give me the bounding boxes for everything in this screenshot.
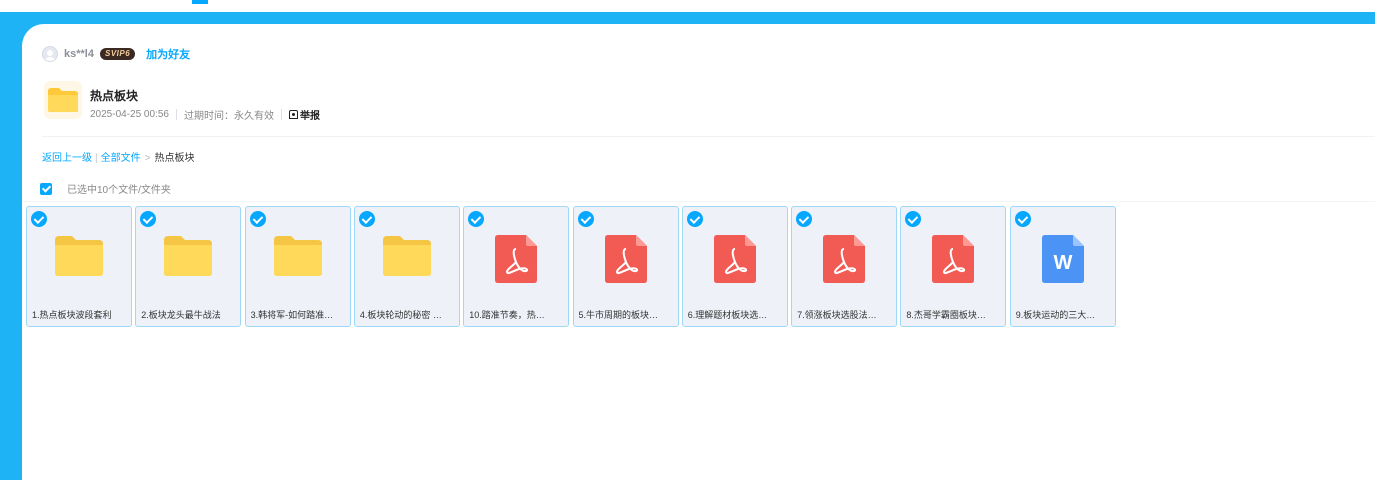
- file-checkbox[interactable]: [468, 211, 485, 227]
- file-checkbox[interactable]: [577, 211, 594, 227]
- file-name: 1.热点板块波段套利: [32, 310, 112, 320]
- top-strip: [0, 0, 1375, 12]
- expire-info: 过期时间：永久有效: [183, 111, 274, 122]
- meta-divider: [175, 109, 177, 120]
- add-friend-link[interactable]: 加为好友: [146, 46, 190, 62]
- file-name: 4.板块轮动的秘密 …: [359, 310, 442, 320]
- pdf-icon: [604, 235, 647, 288]
- file-checkbox[interactable]: [358, 211, 375, 227]
- select-all-checkbox[interactable]: [40, 182, 52, 195]
- avatar[interactable]: [42, 46, 58, 62]
- folder-icon: [55, 235, 103, 282]
- file-name: 7.领涨板块选股法…: [797, 310, 877, 320]
- file-checkbox[interactable]: [249, 211, 266, 227]
- pdf-icon: [823, 235, 866, 288]
- share-panel: ks**l4 SVIP6 加为好友 热点板块 2025-04-25 00:56 …: [22, 24, 1375, 480]
- folder-icon: [273, 235, 322, 282]
- file-name: 9.板块运动的三大…: [1015, 310, 1096, 320]
- breadcrumb-current: 热点板块: [154, 153, 195, 164]
- back-link[interactable]: 返回上一级: [42, 153, 92, 164]
- report-button[interactable]: 举报: [288, 107, 320, 122]
- file-card[interactable]: 7.领涨板块选股法…: [791, 206, 898, 327]
- svg-text:W: W: [1053, 252, 1072, 274]
- breadcrumb: 返回上一级 | 全部文件 > 热点板块: [42, 149, 194, 164]
- divider: [42, 136, 1375, 137]
- all-files-link[interactable]: 全部文件: [101, 153, 141, 164]
- file-card[interactable]: 2.板块龙头最牛战法: [135, 206, 242, 327]
- share-folder-icon: [44, 81, 82, 119]
- selection-count: 已选中10个文件/文件夹: [67, 185, 171, 196]
- username[interactable]: ks**l4: [64, 48, 94, 60]
- report-label: 举报: [299, 111, 320, 122]
- file-checkbox[interactable]: [1014, 211, 1031, 227]
- file-card[interactable]: 4.板块轮动的秘密 …: [353, 206, 460, 327]
- sharer-info: ks**l4 SVIP6 加为好友: [42, 46, 190, 62]
- divider: [22, 201, 1375, 202]
- file-name: 6.理解题材板块选…: [687, 310, 768, 320]
- file-name: 2.板块龙头最牛战法: [141, 310, 221, 320]
- file-name: 10.踏准节奏，热…: [469, 310, 545, 320]
- file-name: 5.牛市周期的板块…: [578, 310, 659, 320]
- breadcrumb-pipe: |: [95, 153, 98, 164]
- file-name: 3.韩将军-如何踏准…: [250, 310, 334, 320]
- pdf-icon: [713, 235, 756, 288]
- vip-badge: SVIP6: [99, 48, 136, 60]
- file-card[interactable]: 1.热点板块波段套利: [26, 206, 132, 327]
- file-checkbox[interactable]: [796, 211, 813, 227]
- file-checkbox[interactable]: [31, 211, 47, 227]
- file-checkbox[interactable]: [905, 211, 922, 227]
- share-date: 2025-04-25 00:56: [90, 109, 169, 120]
- alarm-icon: [288, 110, 298, 119]
- file-card[interactable]: 8.杰哥学霸圈板块…: [900, 206, 1007, 327]
- pdf-icon: [932, 235, 975, 288]
- file-card[interactable]: 3.韩将军-如何踏准…: [244, 206, 351, 327]
- meta-divider: [280, 109, 282, 120]
- share-title: 热点板块: [90, 89, 139, 103]
- pdf-icon: [495, 235, 538, 288]
- word-doc-icon: W: [1041, 235, 1084, 288]
- folder-icon: [382, 235, 431, 282]
- file-card[interactable]: 5.牛市周期的板块…: [572, 206, 679, 327]
- folder-icon: [164, 235, 213, 282]
- file-card[interactable]: W 9.板块运动的三大…: [1009, 206, 1116, 327]
- file-name: 8.杰哥学霸圈板块…: [906, 310, 986, 320]
- breadcrumb-separator: >: [144, 153, 151, 164]
- selection-bar: 已选中10个文件/文件夹: [40, 181, 171, 196]
- file-checkbox[interactable]: [686, 211, 703, 227]
- file-card[interactable]: 6.理解题材板块选…: [681, 206, 788, 327]
- file-checkbox[interactable]: [140, 211, 157, 227]
- active-tab-indicator: [192, 0, 208, 4]
- file-card[interactable]: 10.踏准节奏，热…: [463, 206, 570, 327]
- share-meta: 2025-04-25 00:56 过期时间：永久有效 举报: [90, 107, 320, 122]
